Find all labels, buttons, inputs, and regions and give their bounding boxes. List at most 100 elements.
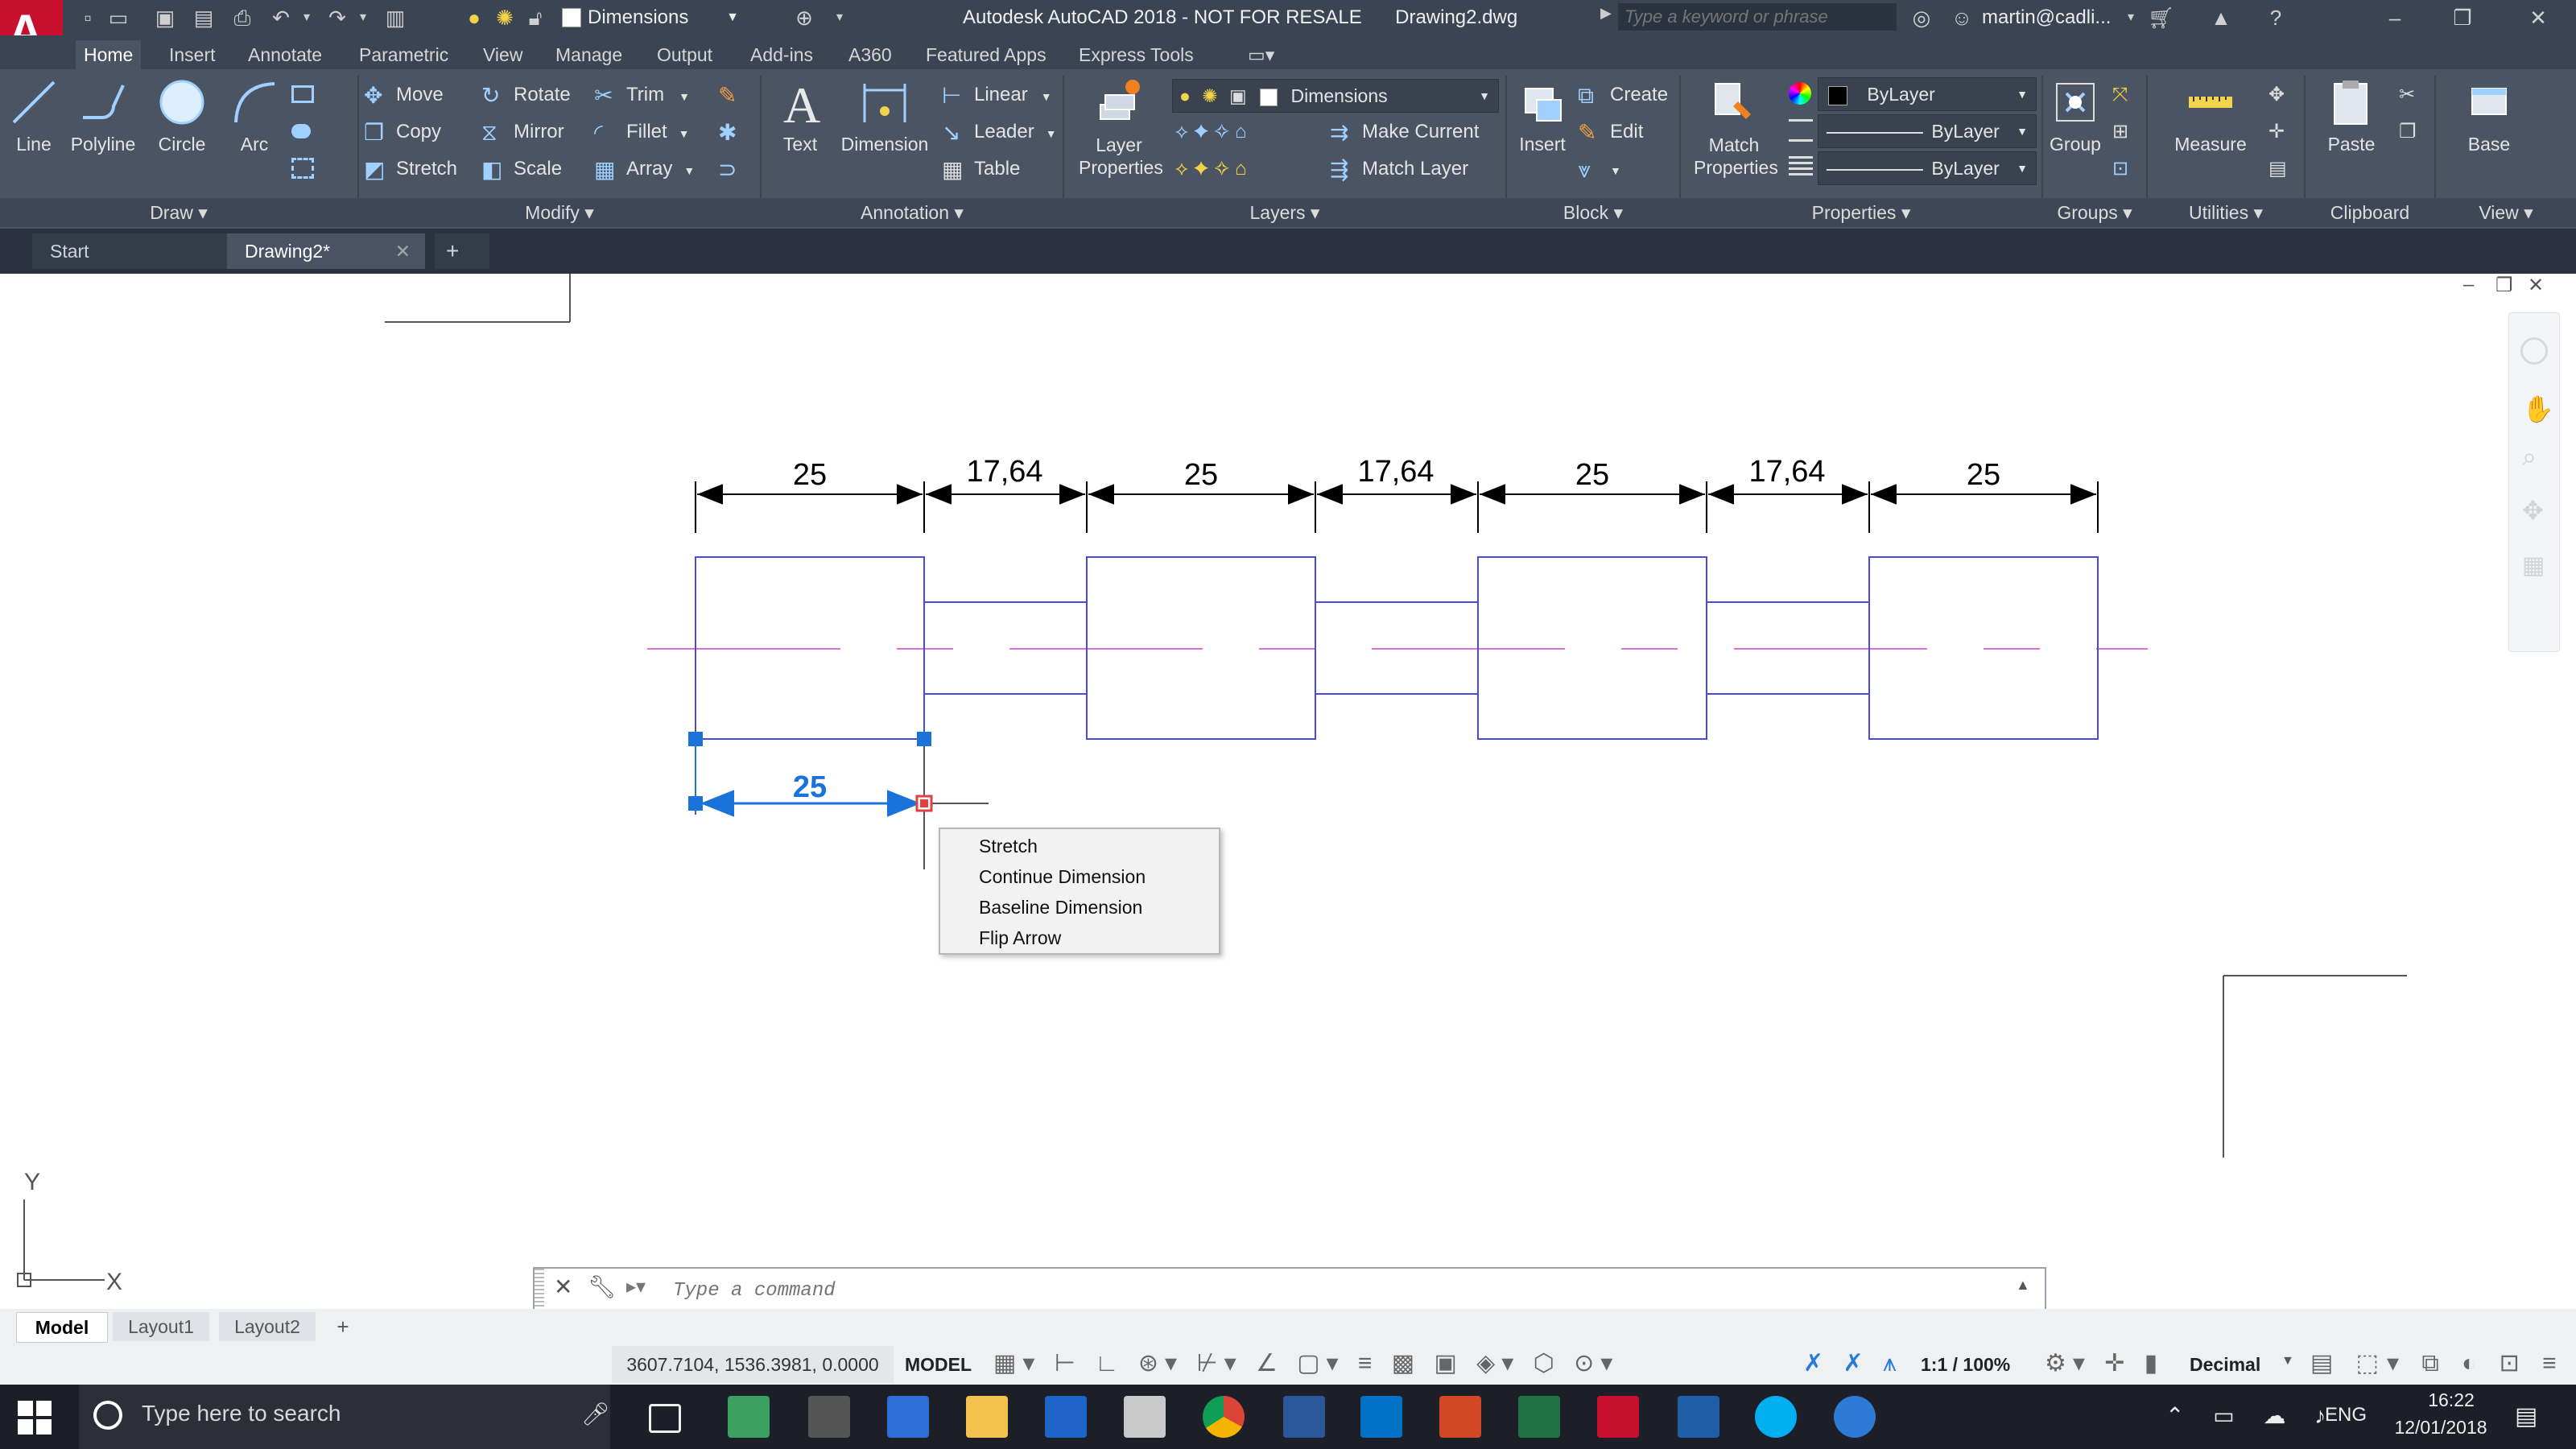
match-layer-button[interactable]: ⇶ Match Layer — [1330, 153, 1468, 185]
linear-dim-button[interactable]: ⊢ Linear ▼ — [942, 79, 1052, 111]
hatch-tool[interactable] — [291, 114, 319, 147]
block-panel-title[interactable]: Block ▾ — [1507, 198, 1679, 227]
move-button[interactable]: ✥ Move — [364, 79, 444, 111]
layers-panel-title[interactable]: Layers ▾ — [1064, 198, 1505, 227]
windows-start-icon[interactable] — [18, 1401, 52, 1435]
trim-button[interactable]: ✂ Trim ▼ — [594, 79, 690, 111]
outlook-icon[interactable] — [1360, 1396, 1402, 1438]
layer-lock-icon[interactable]: 🔓︎ — [523, 6, 547, 30]
dimension-button[interactable]: Dimension — [836, 77, 934, 155]
ribbon-tab-annotate[interactable]: Annotate — [240, 40, 330, 69]
powerpoint-icon[interactable] — [1439, 1396, 1481, 1438]
drawing-canvas[interactable]: 25 17,64 25 17,64 25 17,64 25 25 Y X – ❐… — [0, 274, 2576, 1312]
command-prompt-icon[interactable]: ▸▾ — [626, 1275, 646, 1298]
task-view-icon[interactable] — [649, 1404, 681, 1433]
id-point-tool[interactable]: ✛ — [2268, 116, 2285, 148]
view-panel-title[interactable]: View ▾ — [2436, 198, 2576, 227]
dimension-text[interactable]: 25 — [1184, 458, 1218, 492]
array-button[interactable]: ▦ Array ▼ — [594, 153, 695, 185]
command-history-icon[interactable]: ▲ — [2016, 1277, 2030, 1294]
microphone-icon[interactable]: 🎤︎ — [581, 1401, 610, 1427]
save-as-icon[interactable]: ▤ — [192, 6, 216, 30]
doc-tab-start[interactable]: Start — [32, 233, 238, 269]
match-icon[interactable]: ⊕ — [792, 6, 816, 30]
dimension-text[interactable]: 25 — [793, 458, 827, 492]
layer-tools-row2[interactable]: ⟡ ✦ ✧ ⌂ — [1175, 153, 1246, 185]
quick-select-tool[interactable]: ✥ — [2268, 79, 2285, 111]
base-button[interactable]: Base — [2450, 77, 2528, 155]
clipboard-panel-title[interactable]: Clipboard — [2306, 198, 2434, 227]
help-app-icon[interactable] — [1834, 1396, 1876, 1438]
grip-handle[interactable] — [688, 796, 703, 811]
group-button[interactable]: Group — [2045, 77, 2106, 155]
dimension-text[interactable]: 17,64 — [966, 455, 1042, 489]
status-units-chevron[interactable]: ▼ — [2281, 1354, 2294, 1368]
orbit-icon[interactable]: ✥ — [2522, 495, 2544, 526]
defender-icon[interactable] — [1045, 1396, 1087, 1438]
paste-button[interactable]: Paste — [2315, 77, 2388, 155]
color-wheel-icon[interactable] — [1789, 82, 1811, 105]
app-3d-icon[interactable] — [728, 1396, 770, 1438]
layer-dropdown[interactable]: ● ✺ ▣ Dimensions ▼ — [1172, 79, 1499, 113]
skype-icon[interactable] — [1755, 1396, 1797, 1438]
group-select-tool[interactable]: ⊡ — [2112, 153, 2128, 185]
rotate-button[interactable]: ↻ Rotate — [481, 79, 571, 111]
dimension-text[interactable]: 17,64 — [1357, 455, 1434, 489]
command-input[interactable] — [671, 1274, 1995, 1307]
grip-handle[interactable] — [688, 732, 703, 746]
utilities-panel-title[interactable]: Utilities ▾ — [2148, 198, 2304, 227]
restore-window-icon[interactable]: ❐ — [2450, 6, 2475, 30]
layer-bulb-icon[interactable]: ● — [462, 6, 486, 30]
dimension-text[interactable]: 25 — [1575, 458, 1609, 492]
layout-tab-layout1[interactable]: Layout1 — [113, 1312, 209, 1341]
cart-icon[interactable]: 🛒︎ — [2148, 6, 2174, 30]
viewport-close-icon[interactable]: ✕ — [2528, 274, 2544, 297]
plot-icon[interactable]: ⎙ — [230, 6, 254, 30]
measure-button[interactable]: Measure — [2165, 77, 2256, 155]
command-grip[interactable] — [535, 1269, 544, 1311]
excel-icon[interactable] — [1518, 1396, 1560, 1438]
qa-customize-icon[interactable]: ▾ — [828, 6, 852, 30]
explode-tool[interactable]: ✱ — [718, 116, 750, 148]
binoculars-icon[interactable]: ◎ — [1909, 6, 1934, 30]
redo-icon[interactable]: ↷ — [325, 6, 349, 30]
workspace-icon[interactable]: ▥ — [383, 6, 407, 30]
ribbon-tab-parametric[interactable]: Parametric — [351, 40, 456, 69]
new-tab-button[interactable]: + — [435, 233, 489, 269]
search-expand-icon[interactable]: ▶ — [1600, 5, 1612, 22]
annotation-panel-title[interactable]: Annotation ▾ — [762, 198, 1063, 227]
ribbon-tab-express-tools[interactable]: Express Tools — [1071, 40, 1202, 69]
linetype-dropdown[interactable]: ByLayer ▼ — [1818, 114, 2037, 148]
status-toggle-icons[interactable]: ▦▾ ⊢ ∟ ⊛▾ ⊬▾ ∠ ▢▾ ≡ ▩ ▣ ◈▾ ⬡ ⊙▾ — [993, 1349, 1619, 1377]
erase-tool[interactable]: ✎ — [718, 79, 750, 111]
ribbon-tab-home[interactable]: Home — [76, 40, 142, 69]
dimension-text[interactable]: 25 — [1967, 458, 2000, 492]
ribbon-tab-add-ins[interactable]: Add-ins — [742, 40, 821, 69]
calculator-tool[interactable]: ▤ — [2268, 153, 2287, 185]
save-icon[interactable]: ▣ — [153, 6, 177, 30]
system-tray-icons[interactable]: ⌃ ▭ ☁ ♪ — [2165, 1402, 2337, 1429]
line-button[interactable]: Line — [6, 77, 61, 155]
layout-tab-model[interactable]: Model — [16, 1312, 108, 1343]
ungroup-tool[interactable]: ⤧ — [2112, 79, 2128, 111]
viewport-minimize-icon[interactable]: – — [2463, 274, 2474, 296]
grip-handle[interactable] — [917, 732, 931, 746]
user-icon[interactable]: ☺ — [1950, 6, 1974, 30]
layout-tab-layout2[interactable]: Layout2 — [219, 1312, 316, 1341]
annotation-scale[interactable]: 1:1 / 100% — [1921, 1346, 2010, 1383]
doc-tab-drawing2[interactable]: Drawing2* ✕ — [227, 233, 425, 269]
undo-icon[interactable]: ↶ — [269, 6, 293, 30]
dimension-text[interactable]: 17,64 — [1748, 455, 1825, 489]
scale-button[interactable]: ◧ Scale — [481, 153, 562, 185]
command-customize-icon[interactable]: 🔧︎ — [588, 1274, 617, 1300]
open-file-icon[interactable]: ▭ — [106, 6, 130, 30]
command-close-icon[interactable]: ✕ — [554, 1274, 572, 1300]
file-explorer-icon[interactable] — [966, 1396, 1008, 1438]
viewport-restore-icon[interactable]: ❐ — [2496, 274, 2513, 297]
store-icon[interactable] — [887, 1396, 929, 1438]
table-button[interactable]: ▦ Table — [942, 153, 1020, 185]
ribbon-tab-output[interactable]: Output — [649, 40, 720, 69]
copy-button[interactable]: ❐ Copy — [364, 116, 441, 148]
polyline-button[interactable]: Polyline — [64, 77, 142, 155]
groups-panel-title[interactable]: Groups ▾ — [2043, 198, 2146, 227]
